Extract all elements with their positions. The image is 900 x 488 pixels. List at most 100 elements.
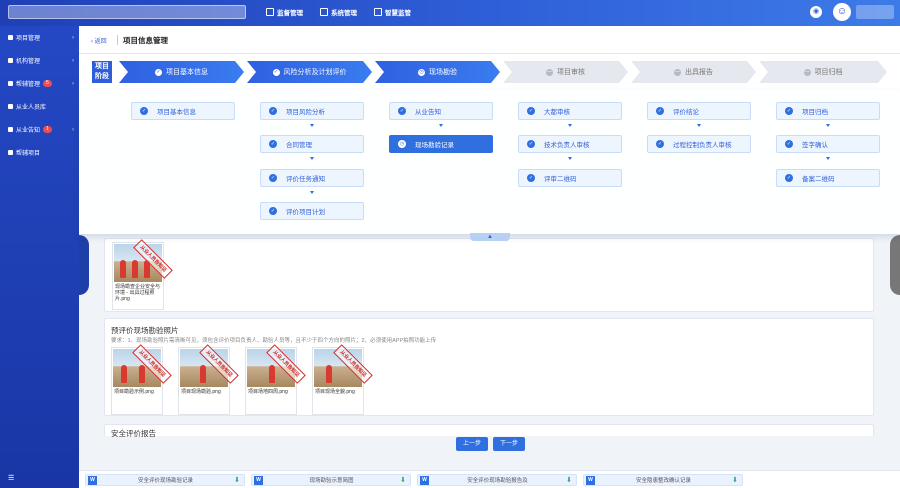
pending-icon: —: [675, 68, 680, 75]
flow-contract[interactable]: ✓ 合同管理: [260, 135, 364, 153]
file-name: 安全评价现场勘验报告及: [467, 478, 528, 484]
flow-label: 项目风险分析: [286, 109, 325, 116]
collapse-menu-icon[interactable]: ☰: [8, 474, 14, 482]
flow-label: 技术负责人审核: [544, 142, 590, 149]
download-icon[interactable]: ⬇: [566, 476, 572, 484]
flow-filing-qrcode[interactable]: ✓ 备案二维码: [776, 169, 880, 187]
step-label: 出具报告: [685, 69, 713, 76]
settings-icon: [320, 8, 328, 16]
photo-thumbnail[interactable]: 从业人员告知证 项目现场全貌.png: [312, 344, 373, 415]
sidebar-item-orgs[interactable]: 机构管理 ›: [8, 56, 74, 65]
flow-archive[interactable]: ✓ 项目归档: [776, 102, 880, 120]
flow-arrow: [439, 124, 443, 127]
photo-caption: 现场勘查企业安全与环境 - 出具过程照片.png: [115, 284, 161, 302]
collapse-toggle[interactable]: ▲: [470, 233, 510, 241]
search-input[interactable]: [8, 5, 246, 19]
photo-thumbnail[interactable]: 从业人员告知证 项目勘验示例.png: [111, 344, 172, 415]
carousel-next-handle[interactable]: [890, 235, 900, 295]
flow-process-review[interactable]: ✓ 过程控制负责人审核: [647, 135, 751, 153]
flow-label: 评价结论: [673, 109, 699, 116]
sidebar-item-projects[interactable]: 项目管理 ›: [8, 33, 74, 42]
step-site-survey[interactable]: ◷ 现场勘验: [375, 61, 500, 83]
sidebar-item-notice[interactable]: 从业告知 1 ›: [8, 125, 74, 134]
download-icon[interactable]: ⬇: [234, 476, 240, 484]
check-icon: ✓: [273, 68, 279, 75]
breadcrumb: ‹ 返回 项目信息管理: [79, 26, 900, 54]
flow-basic-info[interactable]: ✓ 项目基本信息: [131, 102, 235, 120]
flow-arrow: [826, 124, 830, 127]
check-icon: ✓: [527, 140, 535, 148]
sidebar-item-staff[interactable]: 从业人员库: [8, 102, 74, 111]
person-figure: [120, 260, 126, 278]
person-figure: [132, 260, 138, 278]
flow-label: 评价任务通知: [286, 176, 325, 183]
step-label: 风险分析及计划评价: [283, 69, 347, 76]
sidebar-item-label: 项目管理: [16, 36, 41, 42]
person-figure: [326, 365, 332, 383]
file-item[interactable]: W 安全隐患整改确认记录 ⬇: [583, 474, 743, 486]
nav-supervision[interactable]: 监督管理: [266, 7, 303, 17]
flow-label: 大都审核: [544, 109, 570, 116]
flow-project-plan[interactable]: ✓ 评价项目计划: [260, 202, 364, 220]
flow-practice-notice[interactable]: ✓ 从业告知: [389, 102, 493, 120]
flow-conclusion[interactable]: ✓ 评价结论: [647, 102, 751, 120]
flow-internal-review[interactable]: ✓ 大都审核: [518, 102, 622, 120]
file-item[interactable]: W 安全评价现场勘验报告及 ⬇: [417, 474, 577, 486]
step-basic-info[interactable]: ✓ 项目基本信息: [119, 61, 244, 83]
flow-label: 评价项目计划: [286, 209, 325, 216]
carousel-prev-handle[interactable]: [79, 235, 89, 295]
check-icon: ✓: [785, 140, 793, 148]
file-name: 安全隐患整改确认记录: [636, 478, 692, 484]
nav-system[interactable]: 系统管理: [320, 7, 357, 17]
step-label: 现场勘验: [429, 69, 457, 76]
step-label: 项目归档: [814, 69, 843, 76]
file-name: 现场勘验示意简图: [309, 478, 354, 484]
download-icon[interactable]: ⬇: [732, 476, 738, 484]
flow-signature[interactable]: ✓ 签字确认: [776, 135, 880, 153]
download-icon[interactable]: ⬇: [400, 476, 406, 484]
person-figure: [139, 365, 145, 383]
flow-arrow: [310, 124, 314, 127]
photo-caption: 项目现场勘验.png: [181, 389, 221, 395]
step-archive[interactable]: — 项目归档: [759, 61, 887, 83]
sidebar-item-assist-projects[interactable]: 帮辅项目: [8, 148, 74, 157]
clock-icon: ◷: [398, 140, 406, 148]
step-report[interactable]: — 出具报告: [631, 61, 756, 83]
file-item[interactable]: W 安全评价现场勘验记录 ⬇: [85, 474, 245, 486]
assist-icon: [8, 81, 13, 86]
person-figure: [269, 365, 275, 383]
section-title: 安全评价报告: [111, 429, 156, 438]
photo-thumbnail[interactable]: 从业人员告知证 项目现场勘验.png: [178, 344, 239, 415]
flow-label: 合同管理: [286, 142, 312, 149]
word-file-icon: W: [586, 475, 595, 485]
prev-step-button[interactable]: 上一步: [456, 437, 488, 451]
pending-icon: —: [547, 68, 552, 75]
flow-label: 备案二维码: [802, 176, 835, 183]
step-risk-analysis[interactable]: ✓ 风险分析及计划评价: [247, 61, 372, 83]
nav-smart[interactable]: 智慧监管: [374, 7, 411, 17]
flow-review-qrcode[interactable]: ✓ 评审二维码: [518, 169, 622, 187]
notification-icon[interactable]: ◉: [810, 6, 822, 18]
sidebar-item-assist[interactable]: 帮辅管理 5 ›: [8, 79, 74, 88]
notice-icon: [8, 127, 13, 132]
sidebar-item-label: 帮辅项目: [16, 151, 41, 157]
flow-task-notice[interactable]: ✓ 评价任务通知: [260, 169, 364, 187]
phase-steps: 项目阶段 ✓ 项目基本信息 ✓ 风险分析及计划评价 ◷ 现场勘验 — 项目审核 — 出具报…: [79, 54, 900, 90]
file-item[interactable]: W 现场勘验示意简图 ⬇: [251, 474, 411, 486]
nav-smart-label: 智慧监管: [385, 10, 411, 17]
photo-thumbnail[interactable]: 从业人员告知证 现场勘查企业安全与环境 - 出具过程照片.png: [112, 239, 173, 310]
flow-tech-review[interactable]: ✓ 技术负责人审核: [518, 135, 622, 153]
file-attachments-bar: W 安全评价现场勘验记录 ⬇ W 现场勘验示意简图 ⬇ W 安全评价现场勘验报告及 ⬇ W 安…: [79, 470, 900, 488]
flow-arrow: [697, 124, 701, 127]
step-review[interactable]: — 项目审核: [503, 61, 628, 83]
user-menu[interactable]: [856, 5, 894, 19]
flow-site-record[interactable]: ◷ 现场勘验记录: [389, 135, 493, 153]
check-icon: ✓: [785, 174, 793, 182]
avatar[interactable]: ☺: [833, 3, 851, 21]
next-step-button[interactable]: 下一步: [493, 437, 525, 451]
flow-label: 现场勘验记录: [415, 142, 454, 149]
flow-risk-analysis[interactable]: ✓ 项目风险分析: [260, 102, 364, 120]
word-file-icon: W: [254, 475, 263, 485]
photo-thumbnail[interactable]: 从业人员告知证 项目场地四周.png: [245, 344, 306, 415]
back-link[interactable]: ‹ 返回: [91, 36, 107, 45]
